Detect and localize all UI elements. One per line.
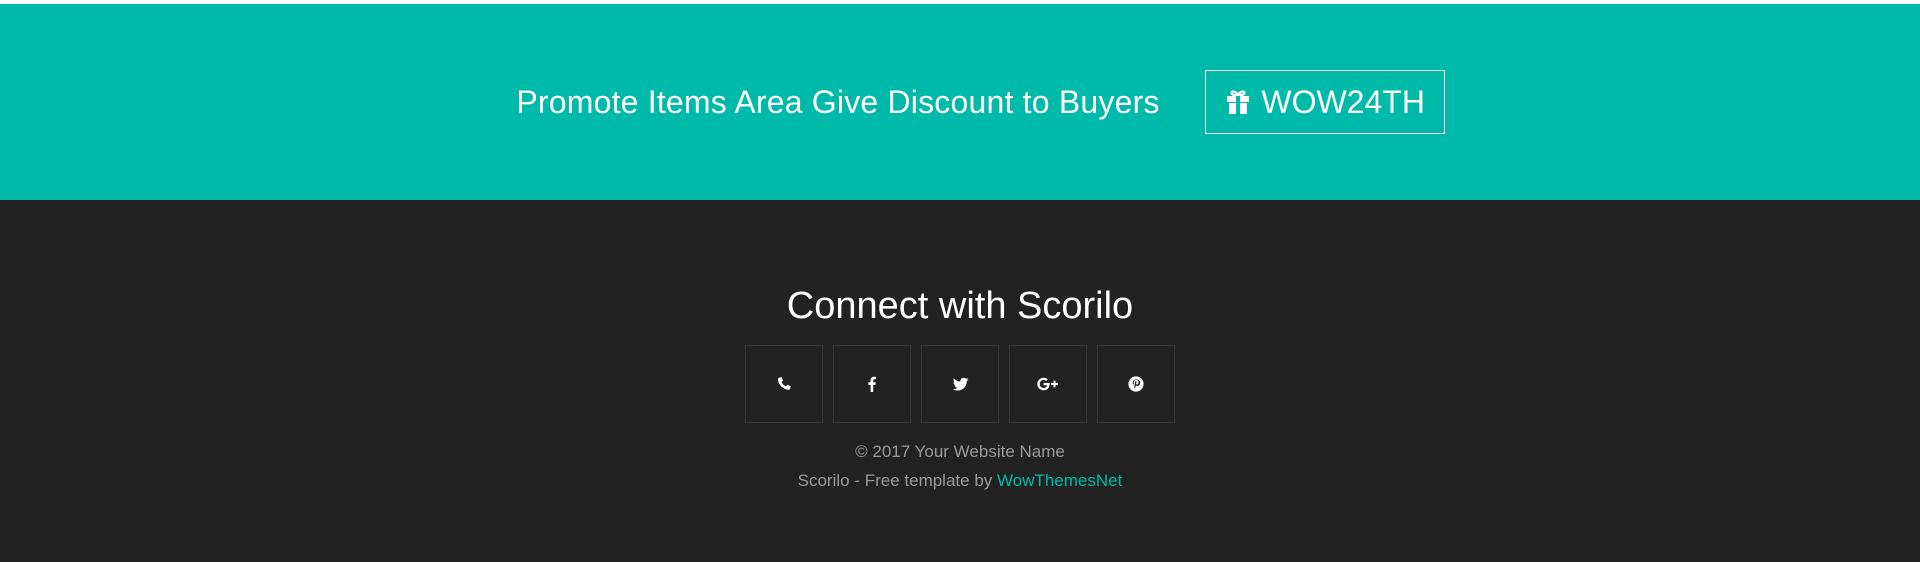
copyright-text: © 2017 Your Website Name [855, 442, 1065, 461]
twitter-icon [952, 377, 968, 391]
gift-icon [1224, 88, 1252, 116]
facebook-icon [868, 376, 876, 392]
footer: Connect with Scorilo © 2017 Your Website… [0, 200, 1920, 562]
promo-banner: Promote Items Area Give Discount to Buye… [0, 4, 1920, 200]
promo-text: Promote Items Area Give Discount to Buye… [516, 83, 1160, 120]
wowthemesnet-link[interactable]: WowThemesNet [997, 471, 1122, 490]
footer-title: Connect with Scorilo [786, 285, 1134, 327]
credit-line: Scorilo - Free template by WowThemesNet [798, 469, 1123, 493]
social-pinterest-button[interactable] [1097, 345, 1175, 423]
social-twitter-button[interactable] [921, 345, 999, 423]
pinterest-icon [1128, 376, 1144, 392]
social-google-plus-button[interactable] [1009, 345, 1087, 423]
credit-prefix: Scorilo - Free template by [797, 471, 997, 490]
social-facebook-button[interactable] [833, 345, 911, 423]
coupon-code: WOW24TH [1261, 83, 1425, 120]
social-phone-button[interactable] [745, 345, 823, 423]
google-plus-icon [1037, 377, 1058, 391]
coupon-button[interactable]: WOW24TH [1204, 70, 1445, 134]
phone-icon [777, 377, 791, 390]
social-links [745, 345, 1175, 423]
